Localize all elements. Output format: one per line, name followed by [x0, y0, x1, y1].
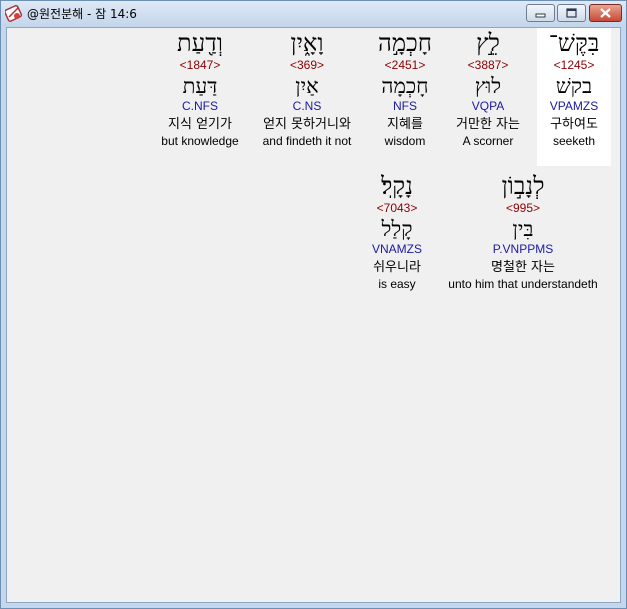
word-column-6[interactable]: לְנָב֣וֹן <995> בִּין P.VNPPMS 명철한 자는 un… — [437, 171, 609, 309]
word-column-1[interactable]: בִּקֶּשׁ־ <1245> בקשׁ VPAMZS 구하여도 seeket… — [537, 28, 611, 166]
parsing-code[interactable]: VQPA — [445, 99, 531, 116]
lemma-word: בִּין — [512, 217, 534, 241]
strong-number[interactable]: <7043> — [359, 201, 435, 216]
interlinear-view[interactable]: בִּקֶּשׁ־ <1245> בקשׁ VPAMZS 구하여도 seeket… — [6, 27, 621, 603]
close-button[interactable] — [589, 4, 622, 22]
lemma-word: אַיִן — [295, 74, 319, 98]
english-gloss: A scorner — [462, 134, 514, 148]
korean-gloss: 얻지 못하거니와 — [263, 117, 351, 132]
hebrew-word: לְנָב֣וֹן — [501, 172, 545, 200]
hebrew-word: נָקָֽל׃ — [381, 172, 413, 200]
lemma-word: קָלַל — [381, 217, 413, 241]
strong-number[interactable]: <3887> — [445, 58, 531, 73]
hebrew-word: בִּקֶּשׁ־ — [548, 29, 600, 57]
parsing-code[interactable]: VNAMZS — [359, 242, 435, 259]
word-column-4[interactable]: וָאָ֑יִן <369> אַיִן C.NS 얻지 못하거니와 and f… — [249, 28, 365, 166]
korean-gloss: 명철한 자는 — [491, 260, 555, 275]
hebrew-word: וְדַ֖עַת — [177, 29, 223, 57]
lemma-word: לוּץ — [474, 74, 502, 98]
strong-number[interactable]: <1847> — [153, 58, 247, 73]
english-gloss: seeketh — [552, 134, 596, 148]
strong-number[interactable]: <1245> — [537, 58, 611, 73]
title-bar[interactable]: @원전분해 - 잠 14:6 — [1, 1, 626, 26]
word-column-2[interactable]: לֵ֣ץ <3887> לוּץ VQPA 거만한 자는 A scorner — [445, 28, 531, 166]
app-window: @원전분해 - 잠 14:6 בִּקֶּשׁ־ <1245> בקשׁ VPA… — [0, 0, 627, 609]
maximize-icon — [566, 8, 577, 18]
close-icon — [600, 8, 611, 18]
app-logo-icon — [5, 4, 23, 22]
word-column-3[interactable]: חָכְמָ֣ה <2451> חָכְמָה NFS 지혜를 wisdom — [367, 28, 443, 166]
hebrew-word: חָכְמָ֣ה — [378, 29, 432, 57]
word-column-7[interactable]: נָקָֽל׃ <7043> קָלַל VNAMZS 쉬우니라 is easy — [359, 171, 435, 309]
minimize-icon — [535, 13, 546, 18]
english-gloss: unto him that understandeth — [448, 277, 598, 291]
parsing-code[interactable]: C.NS — [249, 99, 365, 116]
english-gloss: is easy — [378, 277, 416, 291]
hebrew-word: לֵ֣ץ — [476, 29, 500, 57]
english-gloss: and findeth it not — [262, 134, 352, 148]
parsing-code[interactable]: P.VNPPMS — [437, 242, 609, 259]
hebrew-word: וָאָ֑יִן — [290, 29, 324, 57]
parsing-code[interactable]: VPAMZS — [537, 99, 611, 116]
lemma-word: דַּעַת — [182, 74, 218, 98]
window-title: @원전분해 - 잠 14:6 — [27, 7, 137, 21]
strong-number[interactable]: <2451> — [367, 58, 443, 73]
lemma-word: בקשׁ — [555, 74, 593, 98]
korean-gloss: 거만한 자는 — [456, 117, 520, 132]
parsing-code[interactable]: C.NFS — [153, 99, 247, 116]
korean-gloss: 구하여도 — [550, 117, 598, 132]
word-column-5[interactable]: וְדַ֖עַת <1847> דַּעַת C.NFS 지식 얻기가 but … — [153, 28, 247, 166]
strong-number[interactable]: <995> — [437, 201, 609, 216]
strong-number[interactable]: <369> — [249, 58, 365, 73]
korean-gloss: 지식 얻기가 — [168, 117, 232, 132]
korean-gloss: 쉬우니라 — [373, 260, 421, 275]
minimize-button[interactable] — [526, 4, 555, 22]
english-gloss: but knowledge — [161, 134, 239, 148]
parsing-code[interactable]: NFS — [367, 99, 443, 116]
korean-gloss: 지혜를 — [387, 117, 423, 132]
english-gloss: wisdom — [384, 134, 426, 148]
lemma-word: חָכְמָה — [381, 74, 429, 98]
maximize-button[interactable] — [557, 4, 586, 22]
